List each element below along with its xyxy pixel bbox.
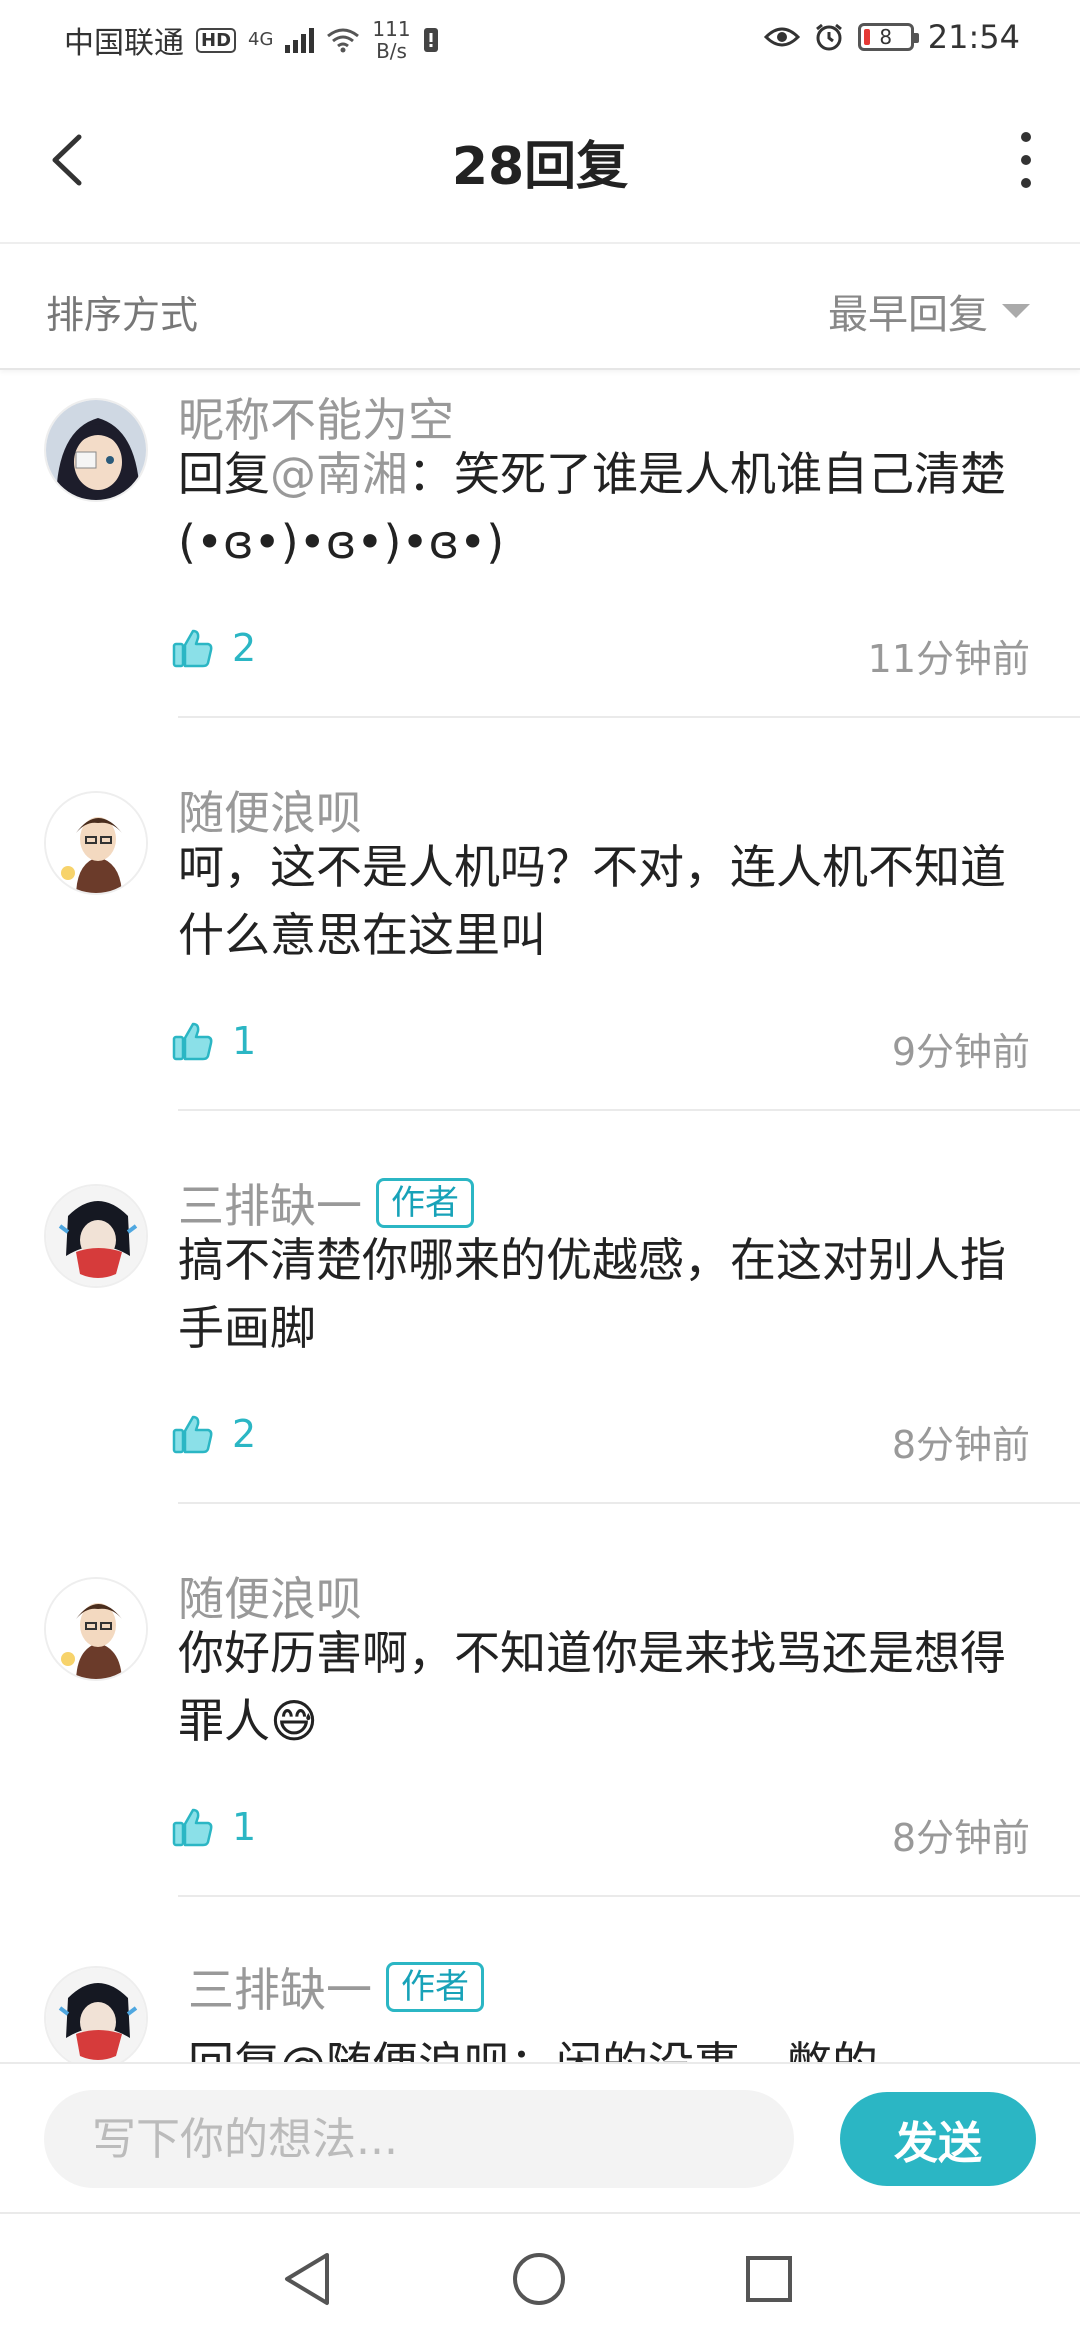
comment-body: 呵，这不是人机吗？不对，连人机不知道什么意思在这里叫 (178, 833, 1040, 969)
comment-body: 你好历害啊，不知道你是来找骂还是想得罪人😅 (178, 1619, 1040, 1755)
more-options-button[interactable] (1016, 132, 1036, 188)
comment-text: 搞不清楚你哪来的优越感，在这对别人指手画脚 (178, 1233, 1006, 1355)
divider (178, 1895, 1080, 1897)
clock: 21:54 (927, 18, 1020, 56)
system-nav-bar (0, 2212, 1080, 2340)
wifi-icon (327, 28, 360, 53)
author-badge: 作者 (386, 1962, 484, 2012)
comment-body: 回复@南湘：笑死了谁是人机谁自己清楚(•ɞ•)•ɞ•)•ɞ•) (178, 440, 1040, 576)
alarm-icon (815, 23, 842, 51)
avatar[interactable] (44, 1966, 148, 2062)
circle-home-icon (513, 2253, 565, 2305)
author-badge: 作者 (376, 1178, 474, 1228)
avatar[interactable] (44, 1184, 148, 1288)
comment-item: 昵称不能为空 回复@南湘：笑死了谁是人机谁自己清楚(•ɞ•)•ɞ•)•ɞ•) 2… (0, 372, 1080, 764)
like-count: 1 (232, 1805, 257, 1849)
comment-author[interactable]: 三排缺一 作者 (188, 1954, 484, 2020)
avatar[interactable] (44, 398, 148, 502)
nav-home-button[interactable] (504, 2244, 574, 2314)
sim-alert-icon (423, 28, 438, 52)
app-header: 28回复 (0, 80, 1080, 244)
reply-bar: 发送 (0, 2062, 1080, 2212)
status-left: 中国联通 HD 4G 111 B/s (64, 18, 439, 62)
comment-item: 三排缺一 作者 搞不清楚你哪来的优越感，在这对别人指手画脚 2 8分钟前 (0, 1158, 1080, 1550)
author-name: 三排缺一 (188, 1963, 372, 2017)
speed-value: 111 (372, 17, 411, 41)
hd-badge: HD (196, 27, 237, 53)
carrier-label: 中国联通 (64, 26, 184, 61)
network-type: 4G (248, 29, 274, 50)
mention-link[interactable]: @南湘 (270, 447, 408, 501)
comment-item: 三排缺一 作者 回复@随便浪呗：闲的没事，憋的 (0, 1944, 1080, 2062)
comment-body: 回复@随便浪呗：闲的没事，憋的 (188, 2030, 1040, 2062)
battery-level: 8 (879, 25, 893, 49)
avatar[interactable] (44, 1577, 148, 1681)
like-button[interactable]: 2 (172, 1412, 256, 1456)
like-count: 2 (232, 1412, 257, 1456)
like-button[interactable]: 1 (172, 1019, 256, 1063)
square-recents-icon (746, 2256, 792, 2302)
comment-time: 8分钟前 (891, 1423, 1030, 1467)
triangle-back-icon (285, 2253, 329, 2305)
comment-time: 9分钟前 (891, 1030, 1030, 1074)
sort-dropdown[interactable]: 最早回复 (828, 282, 1030, 340)
comment-item: 随便浪呗 你好历害啊，不知道你是来找骂还是想得罪人😅 1 8分钟前 (0, 1551, 1080, 1943)
signal-icon (285, 27, 315, 53)
status-bar: 中国联通 HD 4G 111 B/s 8 21:54 (0, 0, 1080, 80)
caret-down-icon (1002, 304, 1030, 318)
thumbs-up-icon (172, 1022, 213, 1061)
status-right: 8 21:54 (763, 18, 1020, 56)
divider (178, 1502, 1080, 1504)
comment-time: 8分钟前 (891, 1816, 1030, 1860)
thumbs-up-icon (172, 1808, 213, 1847)
thumbs-up-icon (172, 1415, 213, 1454)
sort-bar: 排序方式 最早回复 (0, 246, 1080, 370)
divider (178, 1109, 1080, 1111)
sort-label: 排序方式 (46, 293, 199, 337)
page-title: 28回复 (451, 137, 629, 197)
divider (178, 716, 1080, 718)
sort-selected-value: 最早回复 (828, 292, 988, 338)
like-button[interactable]: 2 (172, 626, 256, 670)
speed-unit: B/s (376, 39, 407, 63)
reply-input[interactable] (44, 2090, 794, 2188)
send-button[interactable]: 发送 (840, 2092, 1036, 2186)
nav-recents-button[interactable] (734, 2244, 804, 2314)
like-count: 2 (232, 626, 257, 670)
comment-text: 呵，这不是人机吗？不对，连人机不知道什么意思在这里叫 (178, 840, 1006, 962)
thumbs-up-icon (172, 629, 213, 668)
reply-prefix: 回复 (178, 447, 270, 501)
eye-comfort-icon (763, 27, 800, 47)
more-vertical-icon (1021, 132, 1031, 142)
like-button[interactable]: 1 (172, 1805, 256, 1849)
comment-text: 你好历害啊，不知道你是来找骂还是想得罪人😅 (178, 1626, 1006, 1748)
comment-item: 随便浪呗 呵，这不是人机吗？不对，连人机不知道什么意思在这里叫 1 9分钟前 (0, 765, 1080, 1157)
like-count: 1 (232, 1019, 257, 1063)
comment-text: 回复@随便浪呗：闲的没事，憋的 (188, 2037, 878, 2062)
battery-icon: 8 (857, 23, 919, 51)
nav-back-button[interactable] (272, 2244, 342, 2314)
comment-body: 搞不清楚你哪来的优越感，在这对别人指手画脚 (178, 1226, 1040, 1362)
comment-list[interactable]: 昵称不能为空 回复@南湘：笑死了谁是人机谁自己清楚(•ɞ•)•ɞ•)•ɞ•) 2… (0, 372, 1080, 2062)
comment-time: 11分钟前 (867, 637, 1030, 681)
avatar[interactable] (44, 791, 148, 895)
network-speed: 111 B/s (372, 18, 410, 62)
